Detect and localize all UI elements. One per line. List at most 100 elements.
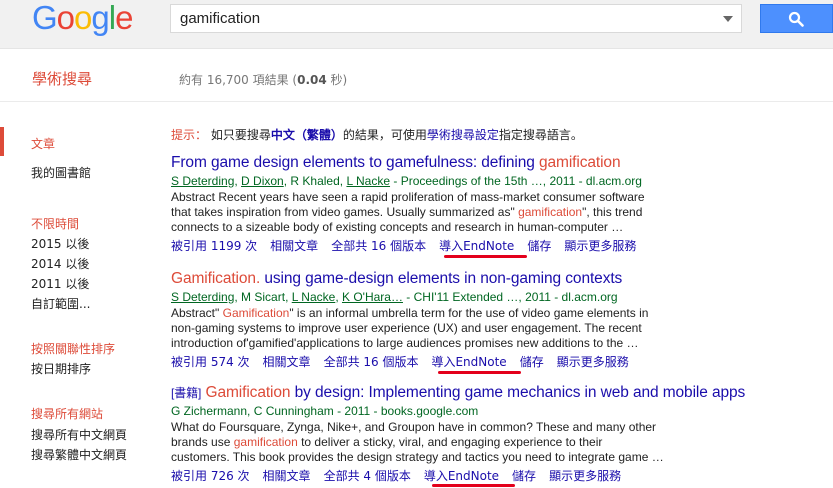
snippet-line: Abstract Recent years have seen a rapid … [171, 190, 645, 204]
save-link[interactable]: 儲存 [520, 355, 544, 369]
snippet-text: Abstract" [171, 306, 223, 320]
result-snippet: What do Foursquare, Zynga, Nike+, and Gr… [171, 420, 701, 465]
result-title-link[interactable]: [書籍] Gamification by design: Implementin… [171, 384, 745, 402]
tip-text: 如只要搜尋 [207, 128, 271, 142]
snippet-line: customers. This book provides the design… [171, 450, 664, 464]
all-versions-link[interactable]: 全部共 16 個版本 [331, 239, 426, 253]
tip-language[interactable]: 中文（繁體） [271, 128, 343, 142]
snippet-line: Abstract" Gamification" is an informal u… [171, 306, 701, 321]
snippet-line: non-gaming systems to improve user exper… [171, 321, 642, 335]
title-highlight: Gamification [205, 384, 291, 401]
snippet-text: " is an informal umbrella term for the u… [289, 306, 649, 320]
scholar-settings-link[interactable]: 學術搜尋設定 [427, 128, 499, 142]
logo-letter: o [74, 0, 92, 36]
result-snippet: Abstract" Gamification" is an informal u… [171, 306, 701, 351]
result-authors: S Deterding, D Dixon, R Khaled, L Nacke … [171, 174, 642, 188]
author-link[interactable]: S Deterding [171, 174, 234, 188]
cited-by-link[interactable]: 被引用 1199 次 [171, 239, 257, 253]
title-highlight: Gamification. [171, 270, 261, 287]
author-link[interactable]: L Nacke [292, 290, 336, 304]
sidebar-item-search-traditional[interactable]: 搜尋繁體中文網頁 [31, 446, 127, 463]
sidebar-item-search-all-web[interactable]: 搜尋所有網站 [31, 405, 103, 422]
title-text: using game-design elements in non-gaming… [260, 270, 623, 287]
save-link[interactable]: 儲存 [527, 239, 551, 253]
cited-by-link[interactable]: 被引用 726 次 [171, 469, 250, 483]
cited-by-link[interactable]: 被引用 574 次 [171, 355, 250, 369]
endnote-annotation-underline [438, 371, 521, 374]
more-services-link[interactable]: 顯示更多服務 [549, 469, 621, 483]
sidebar-item-since-2015[interactable]: 2015 以後 [31, 235, 89, 252]
result-stats: 約有 16,700 項結果 (0.04 秒) [179, 71, 347, 88]
tip-label: 提示： [171, 128, 208, 142]
save-link[interactable]: 儲存 [512, 469, 536, 483]
google-logo[interactable]: Google [32, 0, 133, 36]
search-result: [書籍] Gamification by design: Implementin… [171, 384, 745, 484]
import-endnote-link[interactable]: 導入EndNote [431, 355, 506, 369]
title-text: by design: Implementing game mechanics i… [290, 384, 746, 401]
snippet-highlight: gamification [518, 205, 583, 219]
author-link[interactable]: D Dixon [241, 174, 284, 188]
related-articles-link[interactable]: 相關文章 [270, 239, 318, 253]
result-authors: G Zichermann, C Cunningham - 2011 - book… [171, 404, 479, 418]
endnote-annotation-underline [444, 255, 527, 258]
result-title-link[interactable]: From game design elements to gamefulness… [171, 154, 701, 172]
sidebar-item-my-library[interactable]: 我的圖書館 [31, 164, 91, 181]
snippet-line: that takes inspiration from video games.… [171, 205, 701, 220]
logo-letter: o [56, 0, 75, 36]
search-icon [788, 11, 804, 27]
snippet-highlight: gamification [233, 435, 298, 449]
more-services-link[interactable]: 顯示更多服務 [557, 355, 629, 369]
snippet-text: ", this trend [582, 205, 643, 219]
result-source: - CHI'11 Extended …, 2011 - dl.acm.org [402, 290, 618, 304]
sidebar-item-sort-date[interactable]: 按日期排序 [31, 360, 91, 377]
search-result: Gamification. using game-design elements… [171, 270, 701, 370]
author-link[interactable]: S Deterding [171, 290, 234, 304]
sidebar-item-since-2014[interactable]: 2014 以後 [31, 255, 89, 272]
tip-text: 指定搜尋語言。 [498, 128, 583, 142]
related-articles-link[interactable]: 相關文章 [263, 469, 311, 483]
sidebar-active-indicator [0, 127, 4, 156]
sidebar-item-since-2011[interactable]: 2011 以後 [31, 275, 89, 292]
related-articles-link[interactable]: 相關文章 [263, 355, 311, 369]
more-services-link[interactable]: 顯示更多服務 [564, 239, 636, 253]
stats-suffix: 秒) [326, 73, 348, 87]
import-endnote-link[interactable]: 導入EndNote [439, 239, 514, 253]
result-actions: 被引用 726 次相關文章 全部共 4 個版本 導入EndNote 儲存 顯示更多服務 [171, 467, 701, 484]
dropdown-arrow-icon[interactable] [723, 16, 733, 22]
search-button[interactable] [760, 4, 833, 33]
snippet-line: connects to a sizeable body of existing … [171, 220, 624, 234]
title-text: From game design elements to gamefulness… [171, 154, 539, 171]
result-snippet: Abstract Recent years have seen a rapid … [171, 190, 701, 235]
result-actions: 被引用 1199 次相關文章 全部共 16 個版本 導入EndNote 儲存 顯示更多服… [171, 237, 701, 254]
book-tag: [書籍] [171, 386, 202, 400]
author-name: R Khaled [290, 174, 340, 188]
sidebar-item-articles[interactable]: 文章 [31, 135, 55, 152]
sidebar-item-sort-relevance[interactable]: 按照關聯性排序 [31, 340, 115, 357]
divider [0, 101, 833, 102]
result-title-link[interactable]: Gamification. using game-design elements… [171, 270, 701, 288]
import-endnote-link[interactable]: 導入EndNote [424, 469, 499, 483]
snippet-text: to deliver a sticky, viral, and engaging… [297, 435, 603, 449]
all-versions-link[interactable]: 全部共 4 個版本 [324, 469, 411, 483]
author-link[interactable]: L Nacke [346, 174, 390, 188]
logo-letter: G [32, 0, 58, 36]
sidebar-item-search-chinese[interactable]: 搜尋所有中文網頁 [31, 426, 127, 443]
result-actions: 被引用 574 次相關文章 全部共 16 個版本 導入EndNote 儲存 顯示更多服務 [171, 353, 701, 370]
result-source: - Proceedings of the 15th …, 2011 - dl.a… [390, 174, 642, 188]
sidebar-item-any-time[interactable]: 不限時間 [31, 215, 79, 232]
stats-prefix: 約有 16,700 項結果 ( [179, 73, 298, 87]
search-result: From game design elements to gamefulness… [171, 154, 701, 254]
scholar-title[interactable]: 學術搜尋 [32, 68, 92, 89]
search-query-text: gamification [180, 10, 261, 27]
snippet-text: brands use [171, 435, 234, 449]
search-input[interactable]: gamification [170, 4, 742, 33]
all-versions-link[interactable]: 全部共 16 個版本 [324, 355, 419, 369]
logo-letter: g [91, 0, 109, 36]
sidebar-item-custom-range[interactable]: 自訂範圍... [31, 295, 90, 312]
author-link[interactable]: K O'Hara… [342, 290, 403, 304]
endnote-annotation-underline [432, 484, 515, 487]
header-bar: Google gamification [0, 0, 833, 49]
title-highlight: gamification [538, 154, 621, 171]
snippet-line: What do Foursquare, Zynga, Nike+, and Gr… [171, 420, 657, 434]
tip-text: 的結果，可使用 [342, 128, 427, 142]
